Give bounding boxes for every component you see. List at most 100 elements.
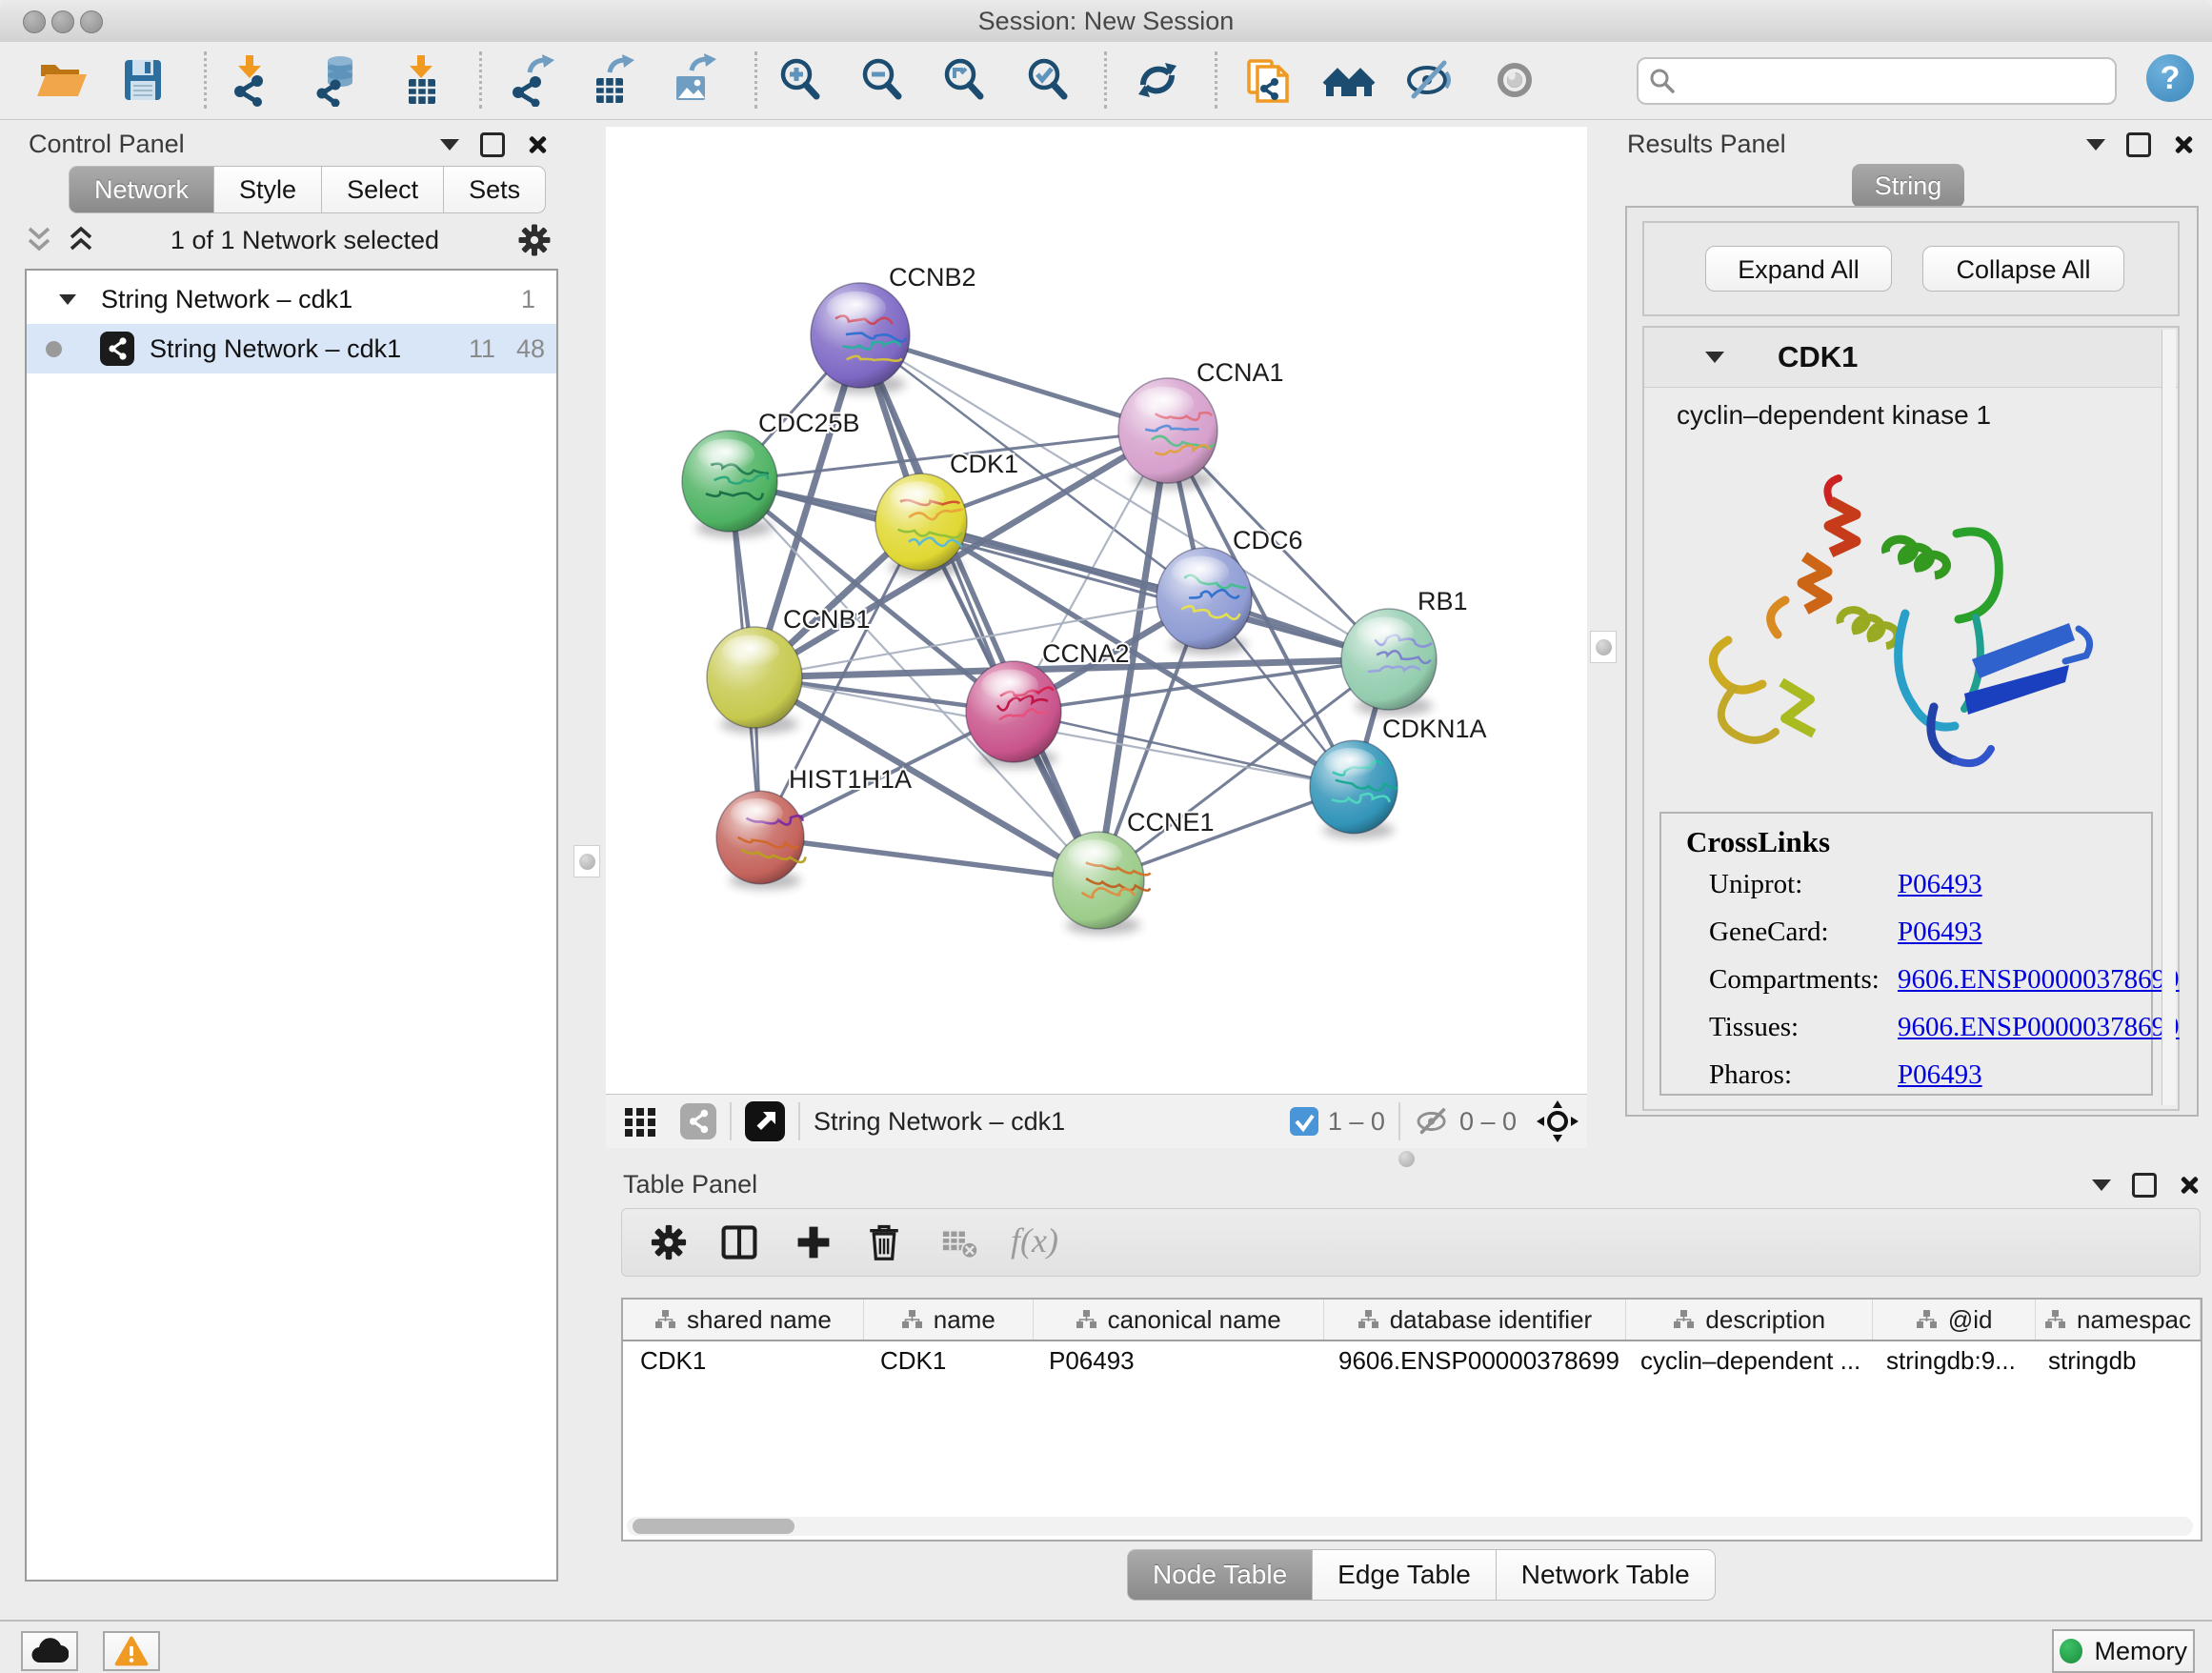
gear-icon[interactable] bbox=[514, 220, 554, 260]
network-edge[interactable] bbox=[760, 837, 1098, 880]
column-header-namespac[interactable]: namespac bbox=[2036, 1300, 2201, 1340]
tab-select[interactable]: Select bbox=[322, 166, 444, 213]
network-collection-row[interactable]: String Network – cdk1 1 bbox=[27, 276, 556, 322]
control-panel-close-button[interactable] bbox=[526, 133, 549, 156]
collection-expander-icon[interactable] bbox=[59, 294, 76, 305]
crosslink-value-link[interactable]: 9606.ENSP00000378699 bbox=[1898, 1012, 2180, 1043]
table-settings-gear-icon[interactable] bbox=[647, 1220, 691, 1264]
window-minimize-button[interactable] bbox=[51, 10, 74, 33]
left-splitter-handle[interactable] bbox=[573, 845, 600, 877]
tab-edge-table[interactable]: Edge Table bbox=[1313, 1549, 1497, 1601]
expand-all-button[interactable]: Expand All bbox=[1705, 246, 1892, 292]
table-cell[interactable]: P06493 bbox=[1032, 1341, 1321, 1380]
network-node-CCNB2[interactable] bbox=[811, 283, 910, 393]
import-table-from-file-button[interactable] bbox=[394, 53, 448, 107]
control-panel-float-button[interactable] bbox=[480, 132, 505, 157]
toolbar-separator bbox=[479, 51, 482, 109]
column-header-description[interactable]: description bbox=[1626, 1300, 1873, 1340]
results-panel-menu-button[interactable] bbox=[2086, 139, 2105, 151]
search-input[interactable] bbox=[1684, 66, 2115, 97]
collapse-all-icon[interactable] bbox=[25, 225, 53, 255]
column-header-canonical-name[interactable]: canonical name bbox=[1034, 1300, 1324, 1340]
table-cell[interactable]: CDK1 bbox=[863, 1341, 1032, 1380]
crosslink-value-link[interactable]: P06493 bbox=[1898, 869, 1982, 900]
birds-eye-view-icon[interactable] bbox=[745, 1101, 785, 1141]
results-panel-close-button[interactable] bbox=[2172, 133, 2195, 156]
crosslink-value-link[interactable]: P06493 bbox=[1898, 917, 1982, 948]
fit-selected-crosshair-icon[interactable] bbox=[1536, 1099, 1579, 1143]
tab-style[interactable]: Style bbox=[214, 166, 322, 213]
table-cell[interactable]: CDK1 bbox=[623, 1341, 863, 1380]
network-overview-icon[interactable] bbox=[680, 1103, 716, 1139]
export-image-button[interactable] bbox=[665, 53, 718, 107]
import-network-from-file-button[interactable] bbox=[223, 53, 276, 107]
export-network-button[interactable] bbox=[503, 53, 556, 107]
tab-sets[interactable]: Sets bbox=[444, 166, 546, 213]
network-node-RB1[interactable] bbox=[1341, 609, 1437, 716]
table-panel-float-button[interactable] bbox=[2132, 1173, 2157, 1198]
expand-all-icon[interactable] bbox=[67, 225, 95, 255]
gene-entry-panel: CDK1 cyclin–dependent kinase 1 bbox=[1642, 326, 2180, 1111]
column-header-database-identifier[interactable]: database identifier bbox=[1324, 1300, 1627, 1340]
hide-panel-button[interactable] bbox=[1402, 53, 1456, 107]
gene-entry-header[interactable]: CDK1 bbox=[1644, 328, 2178, 388]
table-panel-close-button[interactable] bbox=[2178, 1174, 2201, 1197]
crosslink-value-link[interactable]: 9606.ENSP00000378699 bbox=[1898, 964, 2180, 996]
column-header-shared-name[interactable]: shared name bbox=[623, 1300, 864, 1340]
tab-node-table[interactable]: Node Table bbox=[1127, 1549, 1313, 1601]
collapse-all-button[interactable]: Collapse All bbox=[1922, 246, 2124, 292]
table-cell[interactable]: stringdb bbox=[2031, 1341, 2195, 1380]
tab-string[interactable]: String bbox=[1852, 164, 1964, 208]
results-panel-float-button[interactable] bbox=[2126, 132, 2151, 157]
export-table-button[interactable] bbox=[583, 53, 636, 107]
open-session-button[interactable] bbox=[34, 53, 88, 107]
table-row[interactable]: CDK1CDK1P064939606.ENSP00000378699cyclin… bbox=[623, 1341, 2201, 1380]
table-cell[interactable]: stringdb:9... bbox=[1869, 1341, 2031, 1380]
window-zoom-button[interactable] bbox=[80, 10, 103, 33]
refresh-button[interactable] bbox=[1131, 53, 1184, 107]
table-panel-menu-button[interactable] bbox=[2092, 1179, 2111, 1191]
network-view[interactable]: CCNB2CCNA1CDC25BCDK1CDC6RB1CCNB1CCNA2CDK… bbox=[606, 127, 1587, 1094]
delete-column-trash-icon[interactable] bbox=[862, 1220, 906, 1264]
gene-expander-icon[interactable] bbox=[1705, 352, 1724, 363]
window-close-button[interactable] bbox=[23, 10, 46, 33]
network-node-CDKN1A[interactable] bbox=[1310, 740, 1398, 838]
column-header-name[interactable]: name bbox=[864, 1300, 1034, 1340]
show-columns-icon[interactable] bbox=[717, 1220, 761, 1264]
save-session-button[interactable] bbox=[116, 53, 170, 107]
memory-button[interactable]: Memory bbox=[2052, 1629, 2195, 1673]
cloud-button[interactable] bbox=[21, 1631, 78, 1671]
results-scrollbar[interactable] bbox=[2162, 330, 2176, 1105]
tab-network-table[interactable]: Network Table bbox=[1497, 1549, 1716, 1601]
zoom-in-button[interactable] bbox=[774, 53, 827, 107]
right-splitter-handle[interactable] bbox=[1590, 631, 1617, 663]
show-panel-button[interactable] bbox=[1488, 53, 1541, 107]
grid-view-icon[interactable] bbox=[623, 1104, 657, 1139]
network-node-CCNE1[interactable] bbox=[1053, 832, 1151, 935]
network-node-CDC25B[interactable] bbox=[682, 431, 777, 537]
warning-button[interactable] bbox=[103, 1631, 160, 1671]
zoom-out-button[interactable] bbox=[855, 53, 909, 107]
import-network-from-database-button[interactable] bbox=[309, 53, 362, 107]
table-horizontal-scrollbar[interactable] bbox=[627, 1517, 2193, 1536]
home-button[interactable] bbox=[1322, 53, 1376, 107]
zoom-fit-button[interactable] bbox=[937, 53, 991, 107]
share-document-button[interactable] bbox=[1240, 53, 1294, 107]
help-button[interactable]: ? bbox=[2146, 54, 2194, 102]
table-cell[interactable]: 9606.ENSP00000378699 bbox=[1321, 1341, 1623, 1380]
network-node-CDK1[interactable] bbox=[875, 474, 967, 576]
crosslink-value-link[interactable]: P06493 bbox=[1898, 1059, 1982, 1091]
network-node-CDC6[interactable] bbox=[1156, 548, 1252, 655]
network-node-HIST1H1A[interactable] bbox=[716, 791, 806, 889]
zoom-selected-button[interactable] bbox=[1021, 53, 1075, 107]
selected-checkbox-icon[interactable] bbox=[1290, 1107, 1318, 1136]
create-column-plus-icon[interactable] bbox=[792, 1220, 835, 1264]
network-graph[interactable]: CCNB2CCNA1CDC25BCDK1CDC6RB1CCNB1CCNA2CDK… bbox=[606, 127, 1587, 1094]
tab-network[interactable]: Network bbox=[69, 166, 214, 213]
control-panel-menu-button[interactable] bbox=[440, 139, 459, 151]
table-cell[interactable]: cyclin–dependent ... bbox=[1623, 1341, 1869, 1380]
network-node-CCNA1[interactable] bbox=[1118, 378, 1217, 489]
network-node-CCNB1[interactable] bbox=[707, 627, 802, 734]
network-row[interactable]: String Network – cdk1 11 48 bbox=[27, 324, 556, 373]
column-header--id[interactable]: @id bbox=[1873, 1300, 2036, 1340]
